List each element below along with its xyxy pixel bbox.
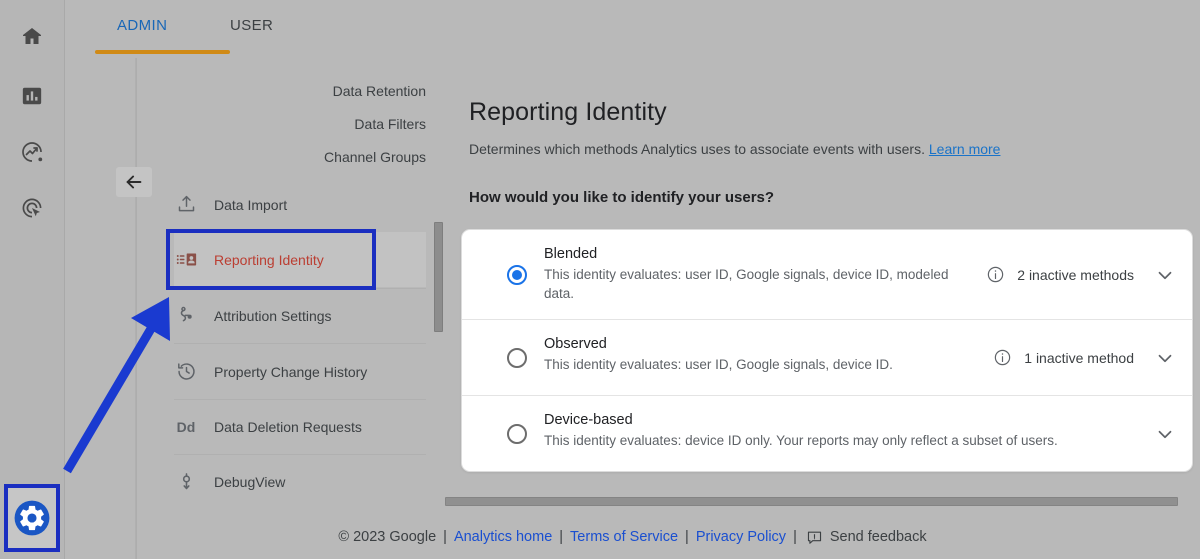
tab-admin[interactable]: ADMIN — [117, 17, 167, 34]
option-description: This identity evaluates: device ID only.… — [544, 433, 1058, 449]
home-icon[interactable] — [16, 20, 48, 52]
gear-icon[interactable] — [8, 488, 56, 548]
nav-scrollbar-thumb[interactable] — [434, 222, 443, 332]
bar-chart-icon[interactable] — [16, 80, 48, 112]
radio-blended[interactable] — [507, 264, 527, 285]
radio-observed[interactable] — [507, 347, 527, 368]
nav-subitem-data-filters[interactable]: Data Filters — [136, 107, 426, 140]
sidebar-item-data-deletion-requests[interactable]: Dd Data Deletion Requests — [174, 399, 426, 454]
history-icon — [174, 360, 198, 384]
sidebar-item-label: DebugView — [214, 473, 286, 490]
option-meta-blended: 2 inactive methods — [986, 264, 1176, 286]
footer-link-analytics-home[interactable]: Analytics home — [454, 529, 552, 545]
option-meta-observed: 1 inactive method — [993, 347, 1176, 369]
option-text-observed: Observed This identity evaluates: user I… — [544, 336, 964, 374]
option-description: This identity evaluates: user ID, Google… — [544, 267, 949, 302]
upload-icon — [174, 193, 198, 217]
identity-options-card: Blended This identity evaluates: user ID… — [461, 229, 1193, 473]
nav-subitem-label: Data Filters — [354, 115, 426, 132]
admin-nav-list: Data Retention Data Filters Channel Grou… — [136, 58, 436, 500]
tab-user[interactable]: USER — [230, 17, 273, 34]
chevron-down-icon[interactable] — [1154, 264, 1176, 286]
sidebar-item-label: Data Deletion Requests — [214, 418, 362, 435]
learn-more-link[interactable]: Learn more — [929, 141, 1001, 157]
page-description: Determines which methods Analytics uses … — [469, 141, 1169, 157]
sidebar-item-label: Data Import — [214, 196, 288, 213]
nav-subitem-label: Channel Groups — [324, 148, 426, 165]
option-title: Observed — [544, 336, 607, 353]
trend-explore-icon[interactable] — [16, 136, 48, 168]
sidebar-item-label: Reporting Identity — [214, 251, 324, 268]
option-meta-device-based — [1146, 423, 1176, 445]
footer-link-terms-of-service[interactable]: Terms of Service — [570, 529, 678, 545]
send-feedback-label: Send feedback — [829, 529, 927, 545]
inactive-methods-count: 1 inactive method — [1024, 349, 1134, 366]
option-row-blended[interactable]: Blended This identity evaluates: user ID… — [462, 230, 1192, 319]
footer-separator: | — [793, 529, 797, 545]
sidebar-item-label: Property Change History — [214, 363, 368, 380]
footer-separator: | — [685, 529, 689, 545]
sidebar-item-data-import[interactable]: Data Import — [174, 177, 426, 232]
nav-subitem-data-retention[interactable]: Data Retention — [136, 74, 426, 107]
option-text-blended: Blended This identity evaluates: user ID… — [544, 246, 964, 303]
footer-separator: | — [443, 529, 447, 545]
footer: © 2023 Google | Analytics home | Terms o… — [65, 515, 1200, 559]
option-row-observed[interactable]: Observed This identity evaluates: user I… — [462, 319, 1192, 395]
analytics-admin-screen: ADMIN USER Data Retention Data Filters C… — [0, 0, 1200, 559]
option-row-device-based[interactable]: Device-based This identity evaluates: de… — [462, 395, 1192, 471]
page-title: Reporting Identity — [469, 98, 667, 126]
sidebar-item-property-change-history[interactable]: Property Change History — [174, 344, 426, 399]
sidebar-item-debugview[interactable]: DebugView — [174, 454, 426, 509]
chevron-down-icon[interactable] — [1154, 347, 1176, 369]
radio-device-based[interactable] — [507, 423, 527, 444]
section-question: How would you like to identify your user… — [469, 189, 775, 206]
footer-link-privacy-policy[interactable]: Privacy Policy — [696, 529, 786, 545]
footer-copyright: © 2023 Google — [338, 529, 437, 545]
horizontal-scrollbar-thumb[interactable] — [445, 497, 1178, 506]
info-icon[interactable] — [986, 265, 1005, 284]
sidebar-item-label: Attribution Settings — [214, 307, 332, 324]
info-icon[interactable] — [993, 348, 1012, 367]
option-description: This identity evaluates: user ID, Google… — [544, 357, 893, 373]
debug-icon — [174, 470, 198, 494]
nav-subitem-channel-groups[interactable]: Channel Groups — [136, 140, 426, 173]
inactive-methods-count: 2 inactive methods — [1017, 266, 1134, 283]
advertising-icon[interactable] — [16, 192, 48, 224]
option-title: Device-based — [544, 412, 633, 429]
chevron-down-icon[interactable] — [1154, 423, 1176, 445]
attribution-icon — [174, 304, 198, 328]
settings-highlight-box — [4, 484, 60, 552]
option-title: Blended — [544, 246, 598, 262]
option-text-device-based: Device-based This identity evaluates: de… — [544, 412, 1144, 450]
identity-card-icon — [174, 248, 198, 272]
dd-icon: Dd — [176, 418, 196, 435]
top-tab-bar: ADMIN USER — [65, 0, 1200, 56]
main-content: Reporting Identity Determines which meth… — [445, 56, 1200, 496]
sidebar-item-reporting-identity[interactable]: Reporting Identity — [174, 232, 426, 287]
page-description-text: Determines which methods Analytics uses … — [469, 141, 925, 157]
sidebar-item-attribution-settings[interactable]: Attribution Settings — [174, 288, 426, 343]
nav-subitem-label: Data Retention — [332, 82, 426, 99]
send-feedback-button[interactable]: Send feedback — [806, 529, 927, 546]
tab-active-indicator — [95, 50, 230, 54]
footer-separator: | — [559, 529, 564, 545]
left-icon-rail — [0, 0, 65, 559]
